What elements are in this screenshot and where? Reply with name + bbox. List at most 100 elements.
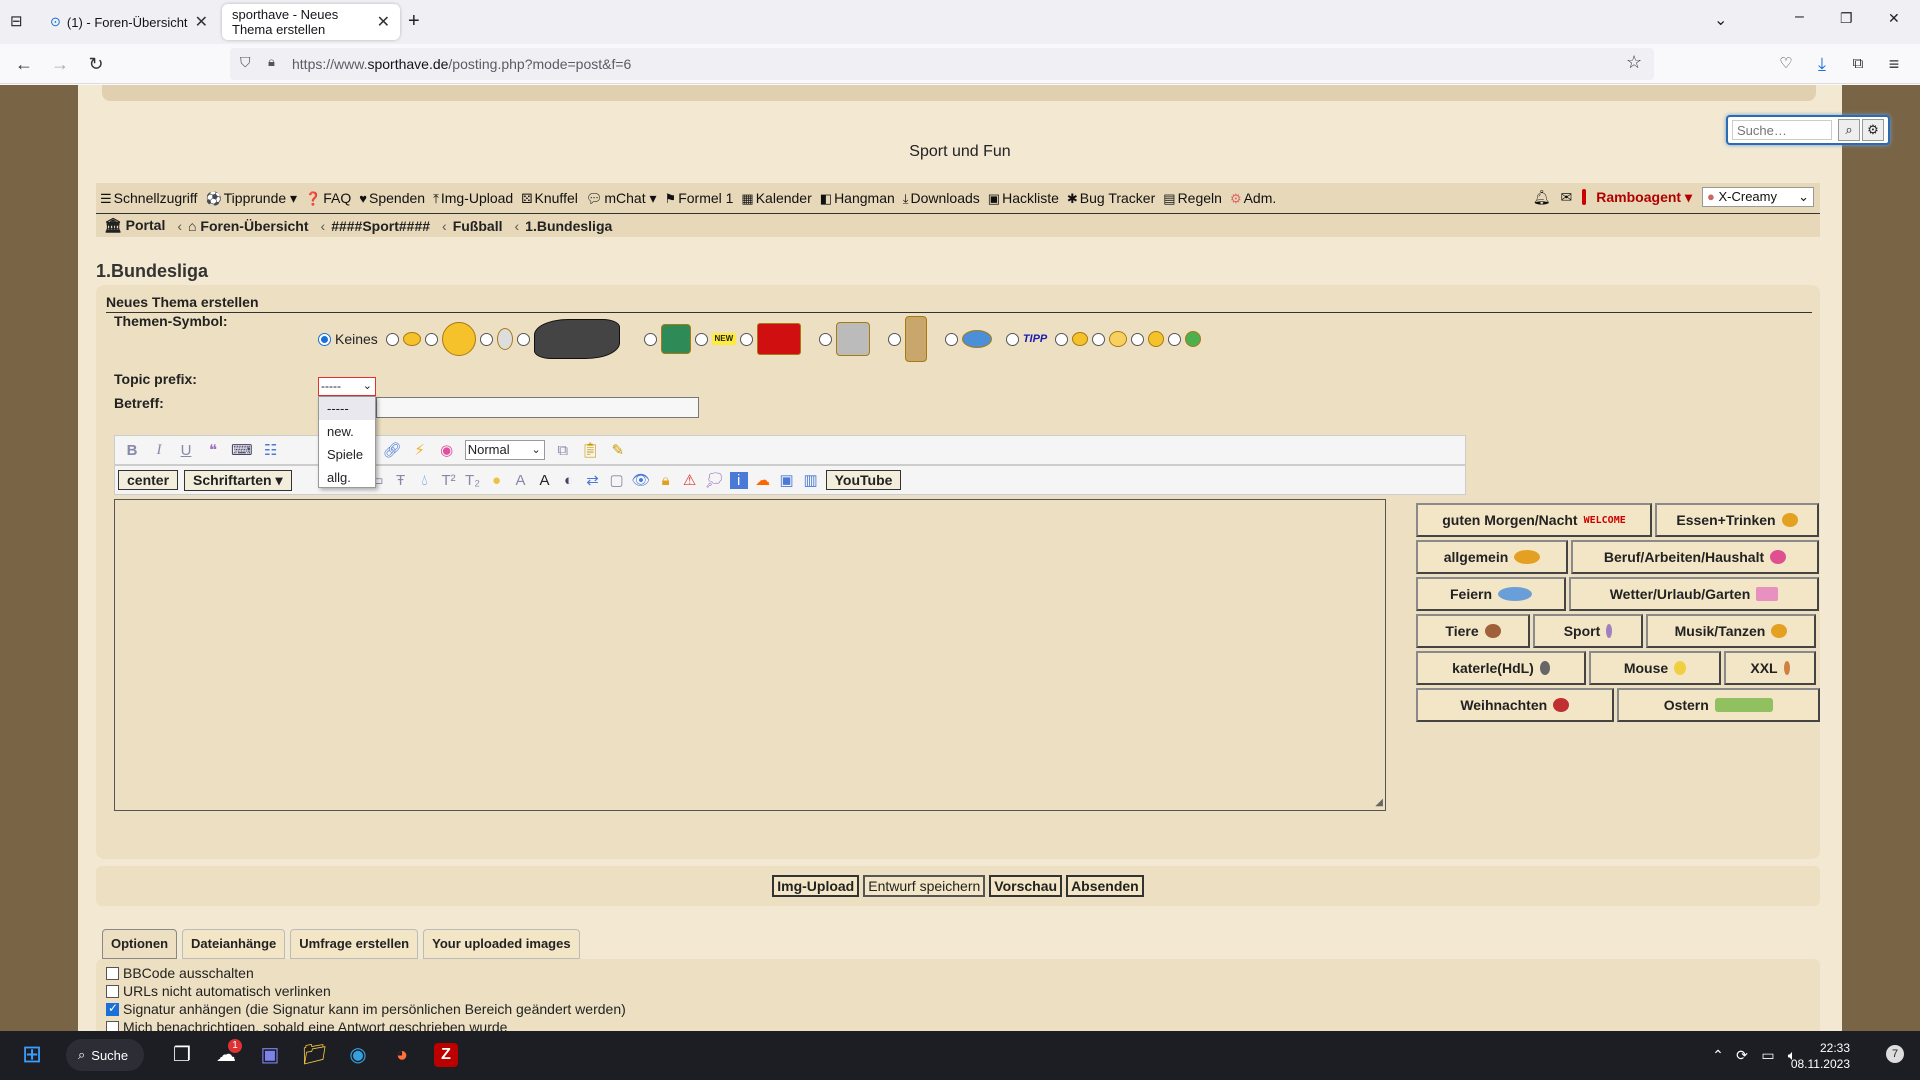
network-icon[interactable]: ▭ [1756,1043,1780,1067]
flash-icon[interactable]: ⚡︎ [411,441,429,459]
speech-icon[interactable]: 💭︎ [705,471,724,489]
superscript-icon[interactable]: T² [440,472,458,489]
checkbox[interactable] [106,984,119,998]
menu-downloads[interactable]: ⤓ Downloads [903,190,980,207]
smiley-cat-musik[interactable]: Musik/Tanzen [1646,614,1816,648]
grid-icon[interactable]: ▥ [802,471,820,489]
crumb-sport[interactable]: ####Sport#### [331,218,430,234]
checkbox[interactable] [106,1020,119,1031]
option-signature[interactable]: Signatur anhängen (die Signatur kann im … [106,1001,626,1017]
code-icon[interactable]: ⌨ [231,441,253,459]
downloads-icon[interactable]: ⤓ [1810,52,1834,76]
crumb-forum-index[interactable]: ⌂ Foren-Übersicht [188,218,308,234]
topic-icon-radio[interactable] [818,332,832,346]
menu-bugtracker[interactable]: ✱ Bug Tracker [1067,190,1155,207]
shadow-text-icon[interactable]: A [512,472,530,489]
window-close-icon[interactable]: ✕ [1888,10,1900,27]
font-size-select[interactable]: Normal ⌄ [464,440,545,460]
box-icon[interactable]: ▢ [608,471,626,489]
option-disable-bbcode[interactable]: BBCode ausschalten [106,965,254,981]
crumb-bundesliga[interactable]: 1.Bundesliga [525,218,612,234]
close-tab-icon[interactable]: ✕ [377,12,390,32]
resize-handle-icon[interactable]: ◢ [1375,797,1383,808]
reload-icon[interactable]: ↻ [84,52,108,76]
crumb-portal[interactable]: 🏛︎ Portal [104,217,165,234]
topic-icon-radio[interactable] [479,332,493,346]
submit-button[interactable]: Absenden [1066,875,1144,897]
menu-hackliste[interactable]: ▣ Hackliste [988,190,1059,207]
smiley-cat-allgemein[interactable]: allgemein [1416,540,1568,574]
taskbar-search[interactable]: ⌕ Suche [66,1039,144,1071]
blur-icon[interactable]: ◐ [560,472,578,489]
topic-icon-radio[interactable] [516,332,530,346]
smiley-cat-mouse[interactable]: Mouse [1589,651,1721,685]
tab-options[interactable]: Optionen [102,929,178,959]
page-title[interactable]: 1.Bundesliga [96,261,208,282]
topic-icon-radio[interactable] [1167,332,1181,346]
pocket-icon[interactable]: ♡ [1774,52,1798,76]
menu-hangman[interactable]: ◧ Hangman [820,190,895,207]
smiley-cat-wetter[interactable]: Wetter/Urlaub/Garten [1569,577,1819,611]
url-bar[interactable]: ⛉ 🔒︎ https://www.sporthave.de/posting.ph… [230,48,1654,80]
extensions-icon[interactable]: ⧉ [1846,52,1870,76]
underline-icon[interactable]: U [177,442,195,459]
quote-icon[interactable]: ❝ [204,441,222,459]
tab-list-icon[interactable]: ⊟ [10,12,23,30]
tab-uploaded-images[interactable]: Your uploaded images [423,929,580,959]
youtube-button[interactable]: YouTube [825,470,902,490]
center-button[interactable]: center [118,470,179,490]
topic-icon-radio[interactable] [1091,332,1105,346]
paste-text-icon[interactable]: ✎ [609,441,627,459]
img-upload-button[interactable]: Img-Upload [772,875,860,897]
italic-icon[interactable]: I [150,442,168,459]
menu-adm[interactable]: ⚙ Adm. [1230,190,1276,207]
smiley-cat-ostern[interactable]: Ostern [1616,688,1820,722]
bookmark-star-icon[interactable]: ☆ [1626,52,1642,73]
menu-faq[interactable]: ❓ FAQ [305,190,351,207]
bold-icon[interactable]: B [123,442,141,459]
fonts-button[interactable]: Schriftarten ▾ [184,469,292,491]
topic-icon-radio[interactable] [944,332,958,346]
search-input[interactable] [1732,120,1832,140]
topic-icon-radio[interactable] [1130,332,1144,346]
topic-icon-radio[interactable] [385,332,399,346]
bell-icon[interactable]: 🔔︎ [1533,189,1551,206]
media-icon[interactable]: ▣ [778,471,796,489]
smiley-cat-feiern[interactable]: Feiern [1416,577,1566,611]
menu-mchat[interactable]: 💬︎ mChat ▾ [586,190,657,207]
username-menu[interactable]: Ramboagent ▾ [1596,189,1692,206]
strike-icon[interactable]: Ŧ [392,472,410,489]
glow-icon[interactable]: ● [488,472,506,489]
link-icon[interactable]: 🔗︎ [383,441,402,459]
search-icon[interactable]: ⌕ [1838,119,1860,141]
topic-icon-radio[interactable] [424,332,438,346]
gear-icon[interactable]: ⚙ [1862,119,1884,141]
subject-input[interactable] [376,397,699,418]
restore-icon[interactable]: ❐ [1840,10,1853,27]
topic-icon-radio[interactable] [739,332,753,346]
subscript-icon[interactable]: T₂ [464,472,482,489]
smiley-cat-weihnachten[interactable]: Weihnachten [1416,688,1614,722]
preview-button[interactable]: Vorschau [989,875,1063,897]
checkbox[interactable] [106,1001,119,1016]
filezilla-icon[interactable]: Z [434,1043,458,1067]
smiley-cat-morgen[interactable]: guten Morgen/Nacht WELCOME [1416,503,1652,537]
topic-icon-radio[interactable] [694,332,708,346]
back-icon[interactable]: ← [12,52,36,76]
prefix-option[interactable]: ----- [319,397,375,420]
tab-attachments[interactable]: Dateianhänge [182,929,286,959]
topic-icon-radio-none[interactable] [318,332,331,346]
menu-kalender[interactable]: ▦ Kalender [741,190,811,207]
minimize-icon[interactable]: – [1795,8,1804,26]
teams-icon[interactable]: ▣ [258,1043,282,1067]
smiley-cat-tiere[interactable]: Tiere [1416,614,1530,648]
smiley-cat-xxl[interactable]: XXL [1724,651,1816,685]
crumb-fussball[interactable]: Fußball [453,218,503,234]
menu-knuffel[interactable]: ⚄ Knuffel [521,190,578,207]
browser-tab-post[interactable]: sporthave - Neues Thema erstellen ✕ [222,4,400,40]
checkbox[interactable] [106,966,119,980]
message-textarea[interactable]: ◢ [114,499,1386,811]
tray-chevron-icon[interactable]: ⌃ [1706,1043,1730,1067]
font-color-icon[interactable]: A [536,472,554,489]
list-icon[interactable]: ☷ [262,441,280,459]
